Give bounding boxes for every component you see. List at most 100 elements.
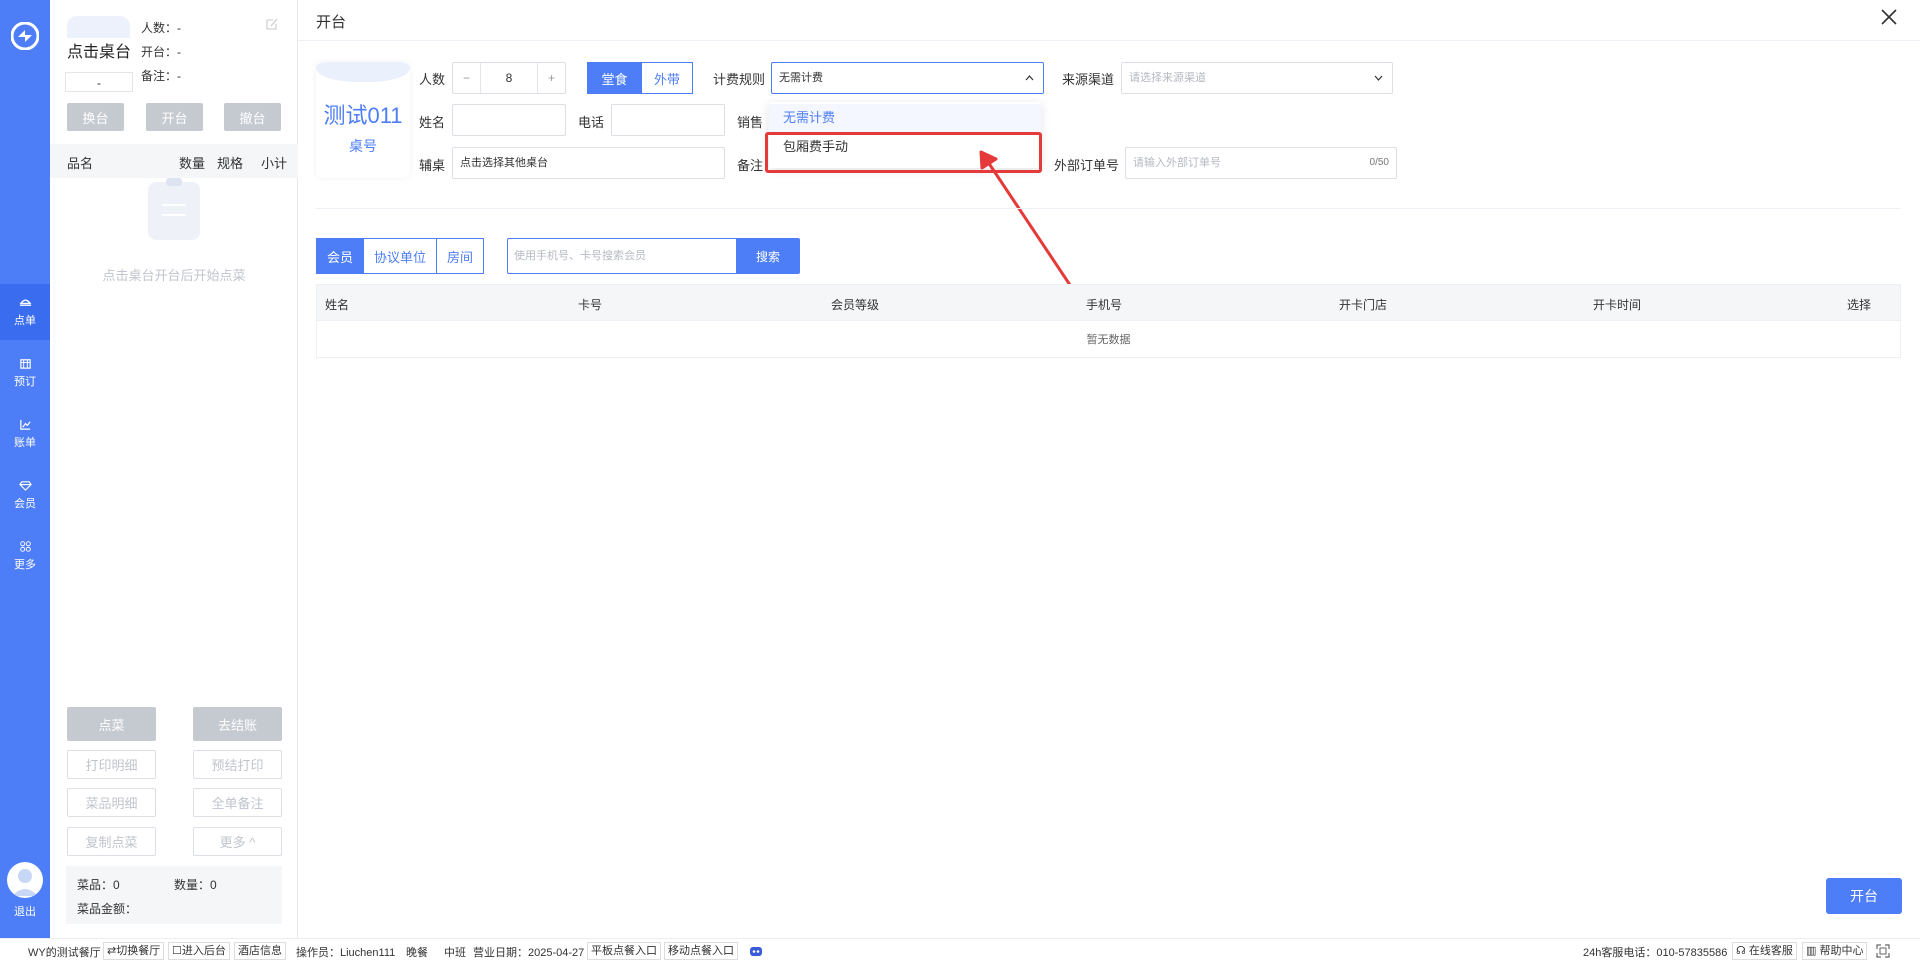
- table-card-name: 测试011: [323, 103, 403, 128]
- nav-item-label: 预订: [14, 376, 36, 388]
- search-button[interactable]: 搜索: [736, 238, 800, 274]
- source-channel-label: 来源渠道: [1062, 72, 1115, 87]
- empty-hint: 点击桌台开台后开始点菜: [102, 268, 246, 283]
- dish-detail-button[interactable]: 菜品明细: [67, 788, 156, 817]
- close-icon[interactable]: [1880, 8, 1898, 26]
- grid-icon: [19, 541, 31, 552]
- chevron-down-icon: [1374, 75, 1383, 81]
- chevron-up-icon: [1025, 75, 1034, 81]
- billing-rule-select[interactable]: 无需计费: [771, 62, 1044, 94]
- exit-button[interactable]: 退出: [0, 903, 50, 919]
- header-divider: [298, 40, 1920, 41]
- tab-member[interactable]: 会员: [316, 238, 364, 274]
- minus-button[interactable]: −: [453, 63, 481, 93]
- name-input[interactable]: [452, 104, 566, 136]
- source-channel-select[interactable]: 请选择来源渠道: [1121, 62, 1393, 94]
- order-list-header: 品名 数量 规格 小计: [50, 144, 298, 178]
- open-table-button[interactable]: 开台: [146, 103, 203, 131]
- app-logo-icon: [11, 22, 39, 50]
- order-dish-button[interactable]: 点菜: [67, 707, 156, 741]
- dialog-title: 开台: [316, 14, 347, 31]
- fullscreen-icon[interactable]: [1876, 944, 1890, 958]
- user-avatar-icon: [12, 869, 38, 896]
- open-meta: 开台：-: [141, 45, 181, 59]
- book-icon: ▥: [1806, 945, 1820, 957]
- remark-label: 备注: [737, 158, 764, 173]
- avatar[interactable]: [7, 862, 43, 898]
- dropdown-option-no-charge[interactable]: 无需计费: [769, 104, 1041, 132]
- table-card: 测试011 桌号: [316, 62, 410, 178]
- highlight-box: [765, 132, 1042, 173]
- member-table-header: 姓名 卡号 会员等级 手机号 开卡门店 开卡时间 选择: [317, 285, 1900, 321]
- help-center-label: 帮助中心: [1819, 945, 1864, 957]
- open-table-submit-button[interactable]: 开台: [1826, 878, 1902, 914]
- member-search-input[interactable]: 使用手机号、卡号搜索会员: [507, 238, 737, 274]
- hotel-info-button[interactable]: 酒店信息: [234, 942, 286, 960]
- people-value[interactable]: 8: [481, 63, 537, 93]
- external-order-counter: 0/50: [1369, 157, 1389, 168]
- nav-item-order[interactable]: 点单: [0, 284, 50, 340]
- col-subtotal: 小计: [261, 156, 288, 171]
- print-detail-button[interactable]: 打印明细: [67, 750, 156, 779]
- nav-item-reserve[interactable]: 预订: [0, 345, 50, 401]
- col-spec: 规格: [217, 156, 244, 171]
- nav-item-more[interactable]: 更多: [0, 528, 50, 584]
- more-button[interactable]: 更多 ^: [193, 827, 282, 856]
- nav-item-bill[interactable]: 账单: [0, 406, 50, 462]
- robot-icon[interactable]: [748, 944, 764, 958]
- status-bar: WY的测试餐厅 ⇄切换餐厅 ☐进入后台 酒店信息 操作员：Liuchen111 …: [0, 938, 1920, 963]
- dish-amount: 菜品金额：: [77, 902, 138, 916]
- edit-icon[interactable]: [265, 17, 279, 31]
- phone-input[interactable]: [611, 104, 725, 136]
- source-channel-placeholder: 请选择来源渠道: [1129, 72, 1206, 84]
- nav-item-label: 点单: [14, 315, 36, 327]
- bill-chart-icon: [19, 419, 31, 430]
- headset-icon: ☊: [1736, 945, 1749, 957]
- plus-button[interactable]: +: [537, 63, 565, 93]
- help-center-button[interactable]: ▥ 帮助中心: [1802, 942, 1868, 960]
- tablet-entry-button[interactable]: 平板点餐入口: [587, 942, 661, 960]
- order-panel: 点击桌台 - 人数：- 开台：- 备注：- 换台 开台 撤台 品名 数量 规格 …: [50, 0, 298, 938]
- copy-order-button[interactable]: 复制点菜: [67, 827, 156, 856]
- order-summary: 菜品：0 数量：0 菜品金额：: [66, 866, 282, 924]
- left-nav: 点单 预订 账单 会员 更多 退出: [0, 0, 50, 938]
- takeaway-toggle[interactable]: 外带: [641, 62, 693, 94]
- mobile-entry-button[interactable]: 移动点餐入口: [664, 942, 738, 960]
- external-order-label: 外部订单号: [1054, 158, 1120, 173]
- reserve-icon: [19, 359, 31, 369]
- business-date: 营业日期：2025-04-27: [473, 947, 585, 959]
- external-order-input[interactable]: 请输入外部订单号 0/50: [1125, 147, 1397, 179]
- cancel-table-button[interactable]: 撤台: [224, 103, 281, 131]
- col-qty: 数量: [179, 156, 206, 171]
- table-title[interactable]: 点击桌台: [67, 38, 131, 62]
- col-name: 品名: [67, 156, 94, 171]
- online-service-button[interactable]: ☊ 在线客服: [1732, 942, 1797, 960]
- online-service-label: 在线客服: [1748, 945, 1793, 957]
- pre-print-button[interactable]: 预结打印: [193, 750, 282, 779]
- col-level: 会员等级: [831, 298, 880, 312]
- dine-in-toggle[interactable]: 堂食: [587, 62, 642, 94]
- col-card: 卡号: [578, 298, 603, 312]
- col-time: 开卡时间: [1593, 298, 1642, 312]
- tab-room[interactable]: 房间: [436, 238, 484, 274]
- enter-backend-button[interactable]: ☐进入后台: [168, 942, 230, 960]
- order-remark-button[interactable]: 全单备注: [193, 788, 282, 817]
- switch-restaurant-button[interactable]: ⇄切换餐厅: [103, 942, 165, 960]
- item-count: 数量：0: [174, 878, 217, 892]
- checkout-button[interactable]: 去结账: [193, 707, 282, 741]
- order-icon: [19, 299, 31, 306]
- aux-table-label: 辅桌: [419, 158, 446, 173]
- dish-count: 菜品：0: [77, 878, 120, 892]
- col-store: 开卡门店: [1339, 298, 1388, 312]
- col-phone: 手机号: [1086, 298, 1123, 312]
- sales-label: 销售: [737, 115, 764, 130]
- no-data-text: 暂无数据: [1086, 334, 1131, 346]
- restaurant-name: WY的测试餐厅: [28, 947, 101, 959]
- shift-info: 中班: [444, 947, 466, 959]
- table-card-label: 桌号: [349, 138, 377, 154]
- aux-table-input[interactable]: 点击选择其他桌台: [452, 147, 725, 179]
- nav-item-member[interactable]: 会员: [0, 467, 50, 523]
- tab-agreement[interactable]: 协议单位: [363, 238, 437, 274]
- hotline: 24h客服电话：010-57835586: [1583, 947, 1728, 959]
- change-table-button[interactable]: 换台: [67, 103, 124, 131]
